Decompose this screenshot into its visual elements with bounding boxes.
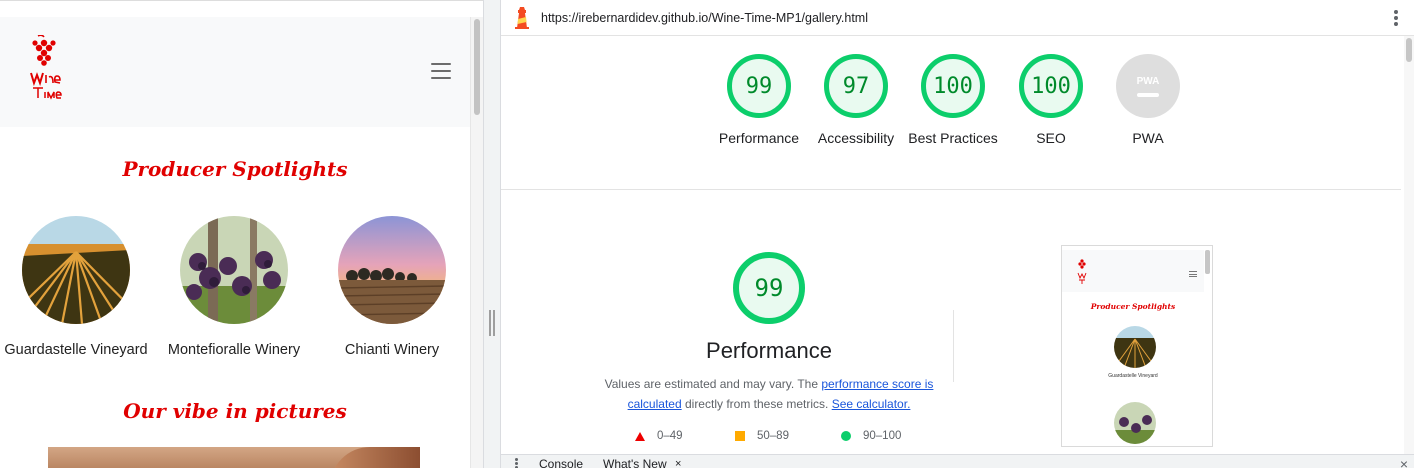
legend-range: 90–100 [863,430,902,442]
thumbnail-scrollbar [1205,250,1210,274]
score-summary: 99 Performance 97 Accessibility 100 Best… [501,36,1401,190]
site-navbar [0,17,470,127]
gauge-label: PWA [1132,130,1164,146]
legend-range: 50–89 [757,430,789,442]
hamburger-icon-bar [431,77,451,79]
thumbnail-photo [1114,326,1156,368]
score-ring: 100 [1019,54,1083,118]
producer-card[interactable]: Guardastelle Vineyard [0,216,156,358]
hamburger-icon [1189,271,1197,277]
performance-note: Values are estimated and may vary. The p… [597,374,941,414]
gauge-best-practices[interactable]: 100 Best Practices [903,54,1003,148]
performance-section: 99 Performance Values are estimated and … [501,190,1401,454]
score-ring: 97 [824,54,888,118]
close-drawer-icon[interactable]: × [1400,456,1408,468]
close-tab-icon[interactable]: × [675,458,681,468]
spotlight-heading: Producer Spotlights [122,157,348,181]
legend-range: 0–49 [657,430,683,442]
thumbnail-heading: Producer Spotlights [1090,302,1176,311]
resize-handle[interactable] [489,310,495,336]
tab-whats-new[interactable]: What's New [603,458,667,468]
report-url-bar: https://irebernardidev.github.io/Wine-Ti… [501,0,1414,36]
legend-fail: 0–49 [635,430,683,442]
thumbnail-caption: Guardastelle Vineyard [1108,373,1158,379]
final-screenshot-thumbnail[interactable]: Producer Spotlights Guardastelle Vineyar… [1061,245,1213,447]
wine-time-logo [1077,259,1087,284]
producer-name: Guardastelle Vineyard [4,342,148,358]
note-middle: directly from these metrics. [681,397,832,411]
note-prefix: Values are estimated and may vary. The [604,377,822,391]
report-scrollbar[interactable] [1404,36,1414,454]
gauge-seo[interactable]: 100 SEO [1001,54,1101,148]
gauge-pwa[interactable]: PWA PWA [1098,54,1198,148]
lighthouse-report: https://irebernardidev.github.io/Wine-Ti… [501,0,1414,468]
circle-icon [841,431,851,441]
drawer-menu-icon[interactable] [515,458,518,468]
performance-score-ring: 99 [733,252,805,324]
gauge-accessibility[interactable]: 97 Accessibility [806,54,906,148]
gauge-label: Accessibility [817,130,895,146]
pwa-badge-icon: PWA [1116,54,1180,118]
triangle-icon [635,431,645,441]
producer-photo[interactable] [338,216,446,324]
more-options-icon[interactable] [1394,10,1398,26]
panel-divider [483,0,501,468]
score-ring: 99 [727,54,791,118]
section-divider [953,310,954,382]
thumbnail-navbar [1062,250,1204,292]
gauge-performance[interactable]: 99 Performance [709,54,809,148]
legend-average: 50–89 [735,430,789,442]
gauge-label: Performance [718,130,800,146]
legend-pass: 90–100 [841,430,901,442]
see-calculator-link[interactable]: See calculator. [832,397,911,411]
pwa-bar [1137,92,1159,97]
producer-photo[interactable] [180,216,288,324]
site-preview: Producer Spotlights Guardastelle Vineyar… [0,0,483,468]
pwa-badge-text: PWA [1136,75,1160,87]
score-ring: 100 [921,54,985,118]
vibe-heading: Our vibe in pictures [123,399,347,423]
tab-console[interactable]: Console [539,458,583,468]
gauge-label: Best Practices [908,130,998,146]
producer-card[interactable]: Montefioralle Winery [154,216,314,358]
lighthouse-icon [515,7,529,29]
site-scrollbar-thumb[interactable] [474,19,480,115]
wine-time-logo[interactable] [26,35,62,101]
gallery-image[interactable] [48,447,420,468]
report-url[interactable]: https://irebernardidev.github.io/Wine-Ti… [541,11,868,25]
devtools-drawer-bar: Console What's New × × [501,454,1414,468]
producer-name: Chianti Winery [344,342,440,358]
hamburger-menu-button[interactable] [431,63,451,79]
report-scrollbar-thumb[interactable] [1406,38,1412,62]
gauge-label: SEO [1036,130,1066,146]
producer-card[interactable]: Chianti Winery [312,216,472,358]
screen: Producer Spotlights Guardastelle Vineyar… [0,0,1414,468]
hamburger-icon-bar [431,70,451,72]
square-icon [735,431,745,441]
producer-photo[interactable] [22,216,130,324]
producer-name: Montefioralle Winery [167,342,301,358]
performance-title: Performance [706,338,832,363]
thumbnail-photo [1114,402,1156,444]
hamburger-icon [431,63,451,65]
